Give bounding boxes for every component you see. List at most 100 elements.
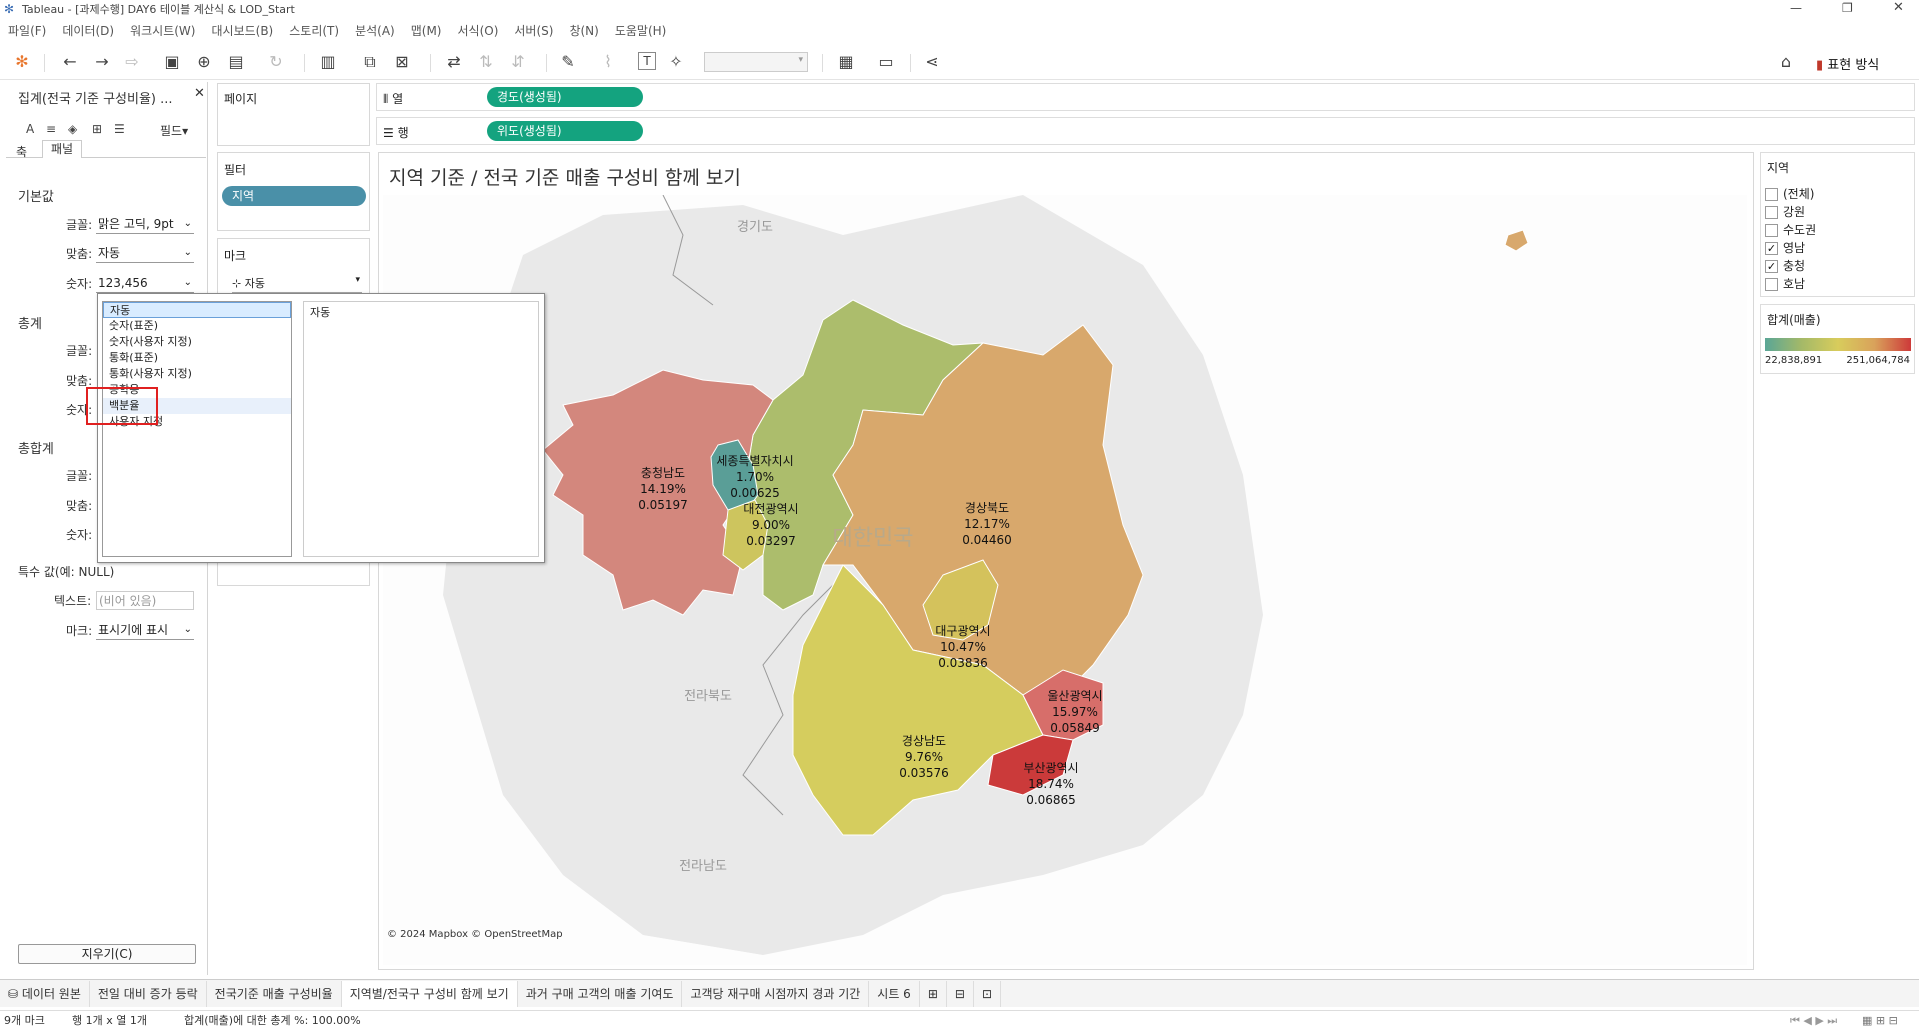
clear-sheet-icon[interactable]: ⊠ — [392, 52, 412, 72]
special-marks-select[interactable]: 표시기에 표시 ⌄ — [96, 621, 194, 640]
tableau-home-icon[interactable]: ✻ — [12, 52, 32, 72]
menu-bar: 파일(F) 데이터(D) 워크시트(W) 대시보드(B) 스토리(T) 분석(A… — [0, 19, 1919, 41]
new-story-icon[interactable]: ⊡ — [974, 980, 1001, 1007]
pause-updates-icon[interactable]: ▤ — [226, 52, 246, 72]
label-ulsan: 울산광역시 15.97% 0.05849 — [1047, 689, 1102, 735]
format-paint-icon[interactable]: ⌂ — [1776, 52, 1796, 72]
tab-data-source[interactable]: ⛁ 데이터 원본 — [0, 980, 90, 1007]
region-filter-item[interactable]: (전체) — [1765, 185, 1816, 203]
region-filter-card: 지역 (전체) 강원 수도권 ✓ 영남 ✓ 충청 호남 — [1760, 152, 1915, 297]
close-pane-icon[interactable]: ✕ — [194, 86, 205, 101]
view-mode-icons[interactable]: ▦ ⊞ ⊟ — [1862, 1011, 1898, 1031]
share-icon[interactable]: ⋖ — [922, 52, 942, 72]
menu-map[interactable]: 맵(M) — [411, 22, 442, 39]
region-filter-item[interactable]: 호남 — [1765, 275, 1816, 293]
label-chungnam: 충청남도 14.19% 0.05197 — [638, 466, 688, 512]
maximize-icon[interactable]: ❐ — [1842, 1, 1853, 15]
sort-asc-icon[interactable]: ⇅ — [476, 52, 496, 72]
checkbox-checked-icon[interactable]: ✓ — [1765, 242, 1778, 255]
duplicate-sheet-icon[interactable]: ⧉ — [360, 52, 380, 72]
clear-button[interactable]: 지우기(C) — [18, 944, 196, 964]
tab-pane[interactable]: 패널 — [42, 140, 83, 158]
menu-help[interactable]: 도움말(H) — [615, 22, 667, 39]
lines-format-icon[interactable]: ☰ — [114, 122, 125, 136]
fields-dropdown[interactable]: 필드▾ — [160, 122, 188, 139]
tab-sheet-2[interactable]: 전국기준 매출 구성비율 — [207, 980, 342, 1007]
presentation-icon[interactable]: ▭ — [876, 52, 896, 72]
menu-window[interactable]: 창(N) — [569, 22, 598, 39]
menu-format[interactable]: 서식(O) — [458, 22, 499, 39]
sheet-nav-icons[interactable]: ⏮ ◀ ▶ ⏭ — [1790, 1011, 1837, 1031]
refresh-icon[interactable]: ↻ — [266, 52, 286, 72]
menu-story[interactable]: 스토리(T) — [289, 22, 339, 39]
checkbox-checked-icon[interactable]: ✓ — [1765, 260, 1778, 273]
tab-sheet-6[interactable]: 시트 6 — [869, 980, 920, 1007]
menu-analysis[interactable]: 분석(A) — [355, 22, 395, 39]
save-icon[interactable]: ▣ — [162, 52, 182, 72]
rows-shelf[interactable]: ☰ 행 위도(생성됨) — [376, 117, 1915, 145]
svg-text:0.03836: 0.03836 — [938, 656, 988, 670]
default-number-select[interactable]: 123,456 ⌄ — [96, 274, 194, 293]
map-canvas[interactable]: 경기도 전라북도 전라남도 대한민국 충청남도 14.19% 0.05197 세… — [383, 195, 1747, 965]
label-busan: 부산광역시 18.74% 0.06865 — [1023, 761, 1078, 807]
svg-text:0.05197: 0.05197 — [638, 498, 688, 512]
redo-icon[interactable]: → — [92, 52, 112, 72]
format-option-auto[interactable]: 자동 — [103, 302, 291, 318]
close-window-icon[interactable]: ✕ — [1893, 0, 1904, 15]
region-filter-item[interactable]: ✓ 영남 — [1765, 239, 1816, 257]
format-option-currency-standard[interactable]: 통화(표준) — [103, 350, 291, 366]
format-option-number-custom[interactable]: 숫자(사용자 지정) — [103, 334, 291, 350]
sort-desc-icon[interactable]: ⇵ — [508, 52, 528, 72]
pin-icon[interactable]: ✧ — [666, 52, 686, 72]
new-worksheet-icon[interactable]: ⊞ — [920, 980, 947, 1007]
show-me-button[interactable]: ▮ 표현 방식 — [1816, 54, 1879, 73]
color-legend-max: 251,064,784 — [1846, 355, 1910, 366]
align-format-icon[interactable]: ≡ — [46, 122, 56, 136]
checkbox-empty-icon[interactable] — [1765, 278, 1778, 291]
menu-worksheet[interactable]: 워크시트(W) — [130, 22, 195, 39]
menu-data[interactable]: 데이터(D) — [62, 22, 114, 39]
default-align-select[interactable]: 자동 ⌄ — [96, 244, 194, 263]
special-text-input[interactable]: (비어 있음) — [96, 591, 194, 610]
default-font-select[interactable]: 맑은 고딕, 9pt ⌄ — [96, 215, 194, 234]
region-filter-item[interactable]: 수도권 — [1765, 221, 1816, 239]
filter-pill-region[interactable]: 지역 — [222, 186, 366, 206]
shading-format-icon[interactable]: ◈ — [68, 122, 77, 136]
new-dashboard-icon[interactable]: ⊟ — [947, 980, 974, 1007]
show-cards-icon[interactable]: ▦ — [836, 52, 856, 72]
font-format-icon[interactable]: A — [26, 122, 34, 136]
format-option-number-standard[interactable]: 숫자(표준) — [103, 318, 291, 334]
tab-sheet-4[interactable]: 과거 구매 고객의 매출 기여도 — [518, 980, 683, 1007]
new-sheet-icon[interactable]: ▥ — [318, 52, 338, 72]
region-filter-item[interactable]: 강원 — [1765, 203, 1816, 221]
mark-type-select[interactable]: ⊹ 자동 ▾ — [232, 275, 362, 293]
new-datasource-icon[interactable]: ⊕ — [194, 52, 214, 72]
region-filter-item[interactable]: ✓ 충청 — [1765, 257, 1816, 275]
tab-axis[interactable]: 축 — [16, 143, 27, 160]
svg-text:1.70%: 1.70% — [736, 470, 774, 484]
attach-icon[interactable]: ⌇ — [598, 52, 618, 72]
menu-file[interactable]: 파일(F) — [8, 22, 46, 39]
longitude-pill[interactable]: 경도(생성됨) — [487, 87, 643, 107]
show-labels-icon[interactable]: T — [638, 52, 656, 70]
borders-format-icon[interactable]: ⊞ — [92, 122, 102, 136]
menu-dashboard[interactable]: 대시보드(B) — [211, 22, 273, 39]
highlight-icon[interactable]: ✎ — [558, 52, 578, 72]
format-option-currency-custom[interactable]: 통화(사용자 지정) — [103, 366, 291, 382]
region-filter-label: (전체) — [1783, 187, 1815, 201]
swap-icon[interactable]: ⇄ — [444, 52, 464, 72]
undo-icon[interactable]: ← — [60, 52, 80, 72]
columns-shelf[interactable]: ⦀ 열 경도(생성됨) — [376, 83, 1915, 111]
tab-sheet-1[interactable]: 전일 대비 증가 등락 — [90, 980, 207, 1007]
checkbox-empty-icon[interactable] — [1765, 206, 1778, 219]
menu-server[interactable]: 서버(S) — [514, 22, 553, 39]
minimize-icon[interactable]: — — [1790, 1, 1802, 15]
latitude-pill[interactable]: 위도(생성됨) — [487, 121, 643, 141]
tab-sheet-3-active[interactable]: 지역별/전국구 구성비 함께 보기 — [341, 980, 518, 1007]
checkbox-empty-icon[interactable] — [1765, 224, 1778, 237]
tab-sheet-5[interactable]: 고객당 재구매 시점까지 경과 기간 — [682, 980, 870, 1007]
replay-icon[interactable]: ⇨ — [122, 52, 142, 72]
database-icon: ⛁ — [8, 986, 22, 1001]
checkbox-empty-icon[interactable] — [1765, 188, 1778, 201]
fit-select[interactable]: ▾ — [704, 52, 808, 72]
